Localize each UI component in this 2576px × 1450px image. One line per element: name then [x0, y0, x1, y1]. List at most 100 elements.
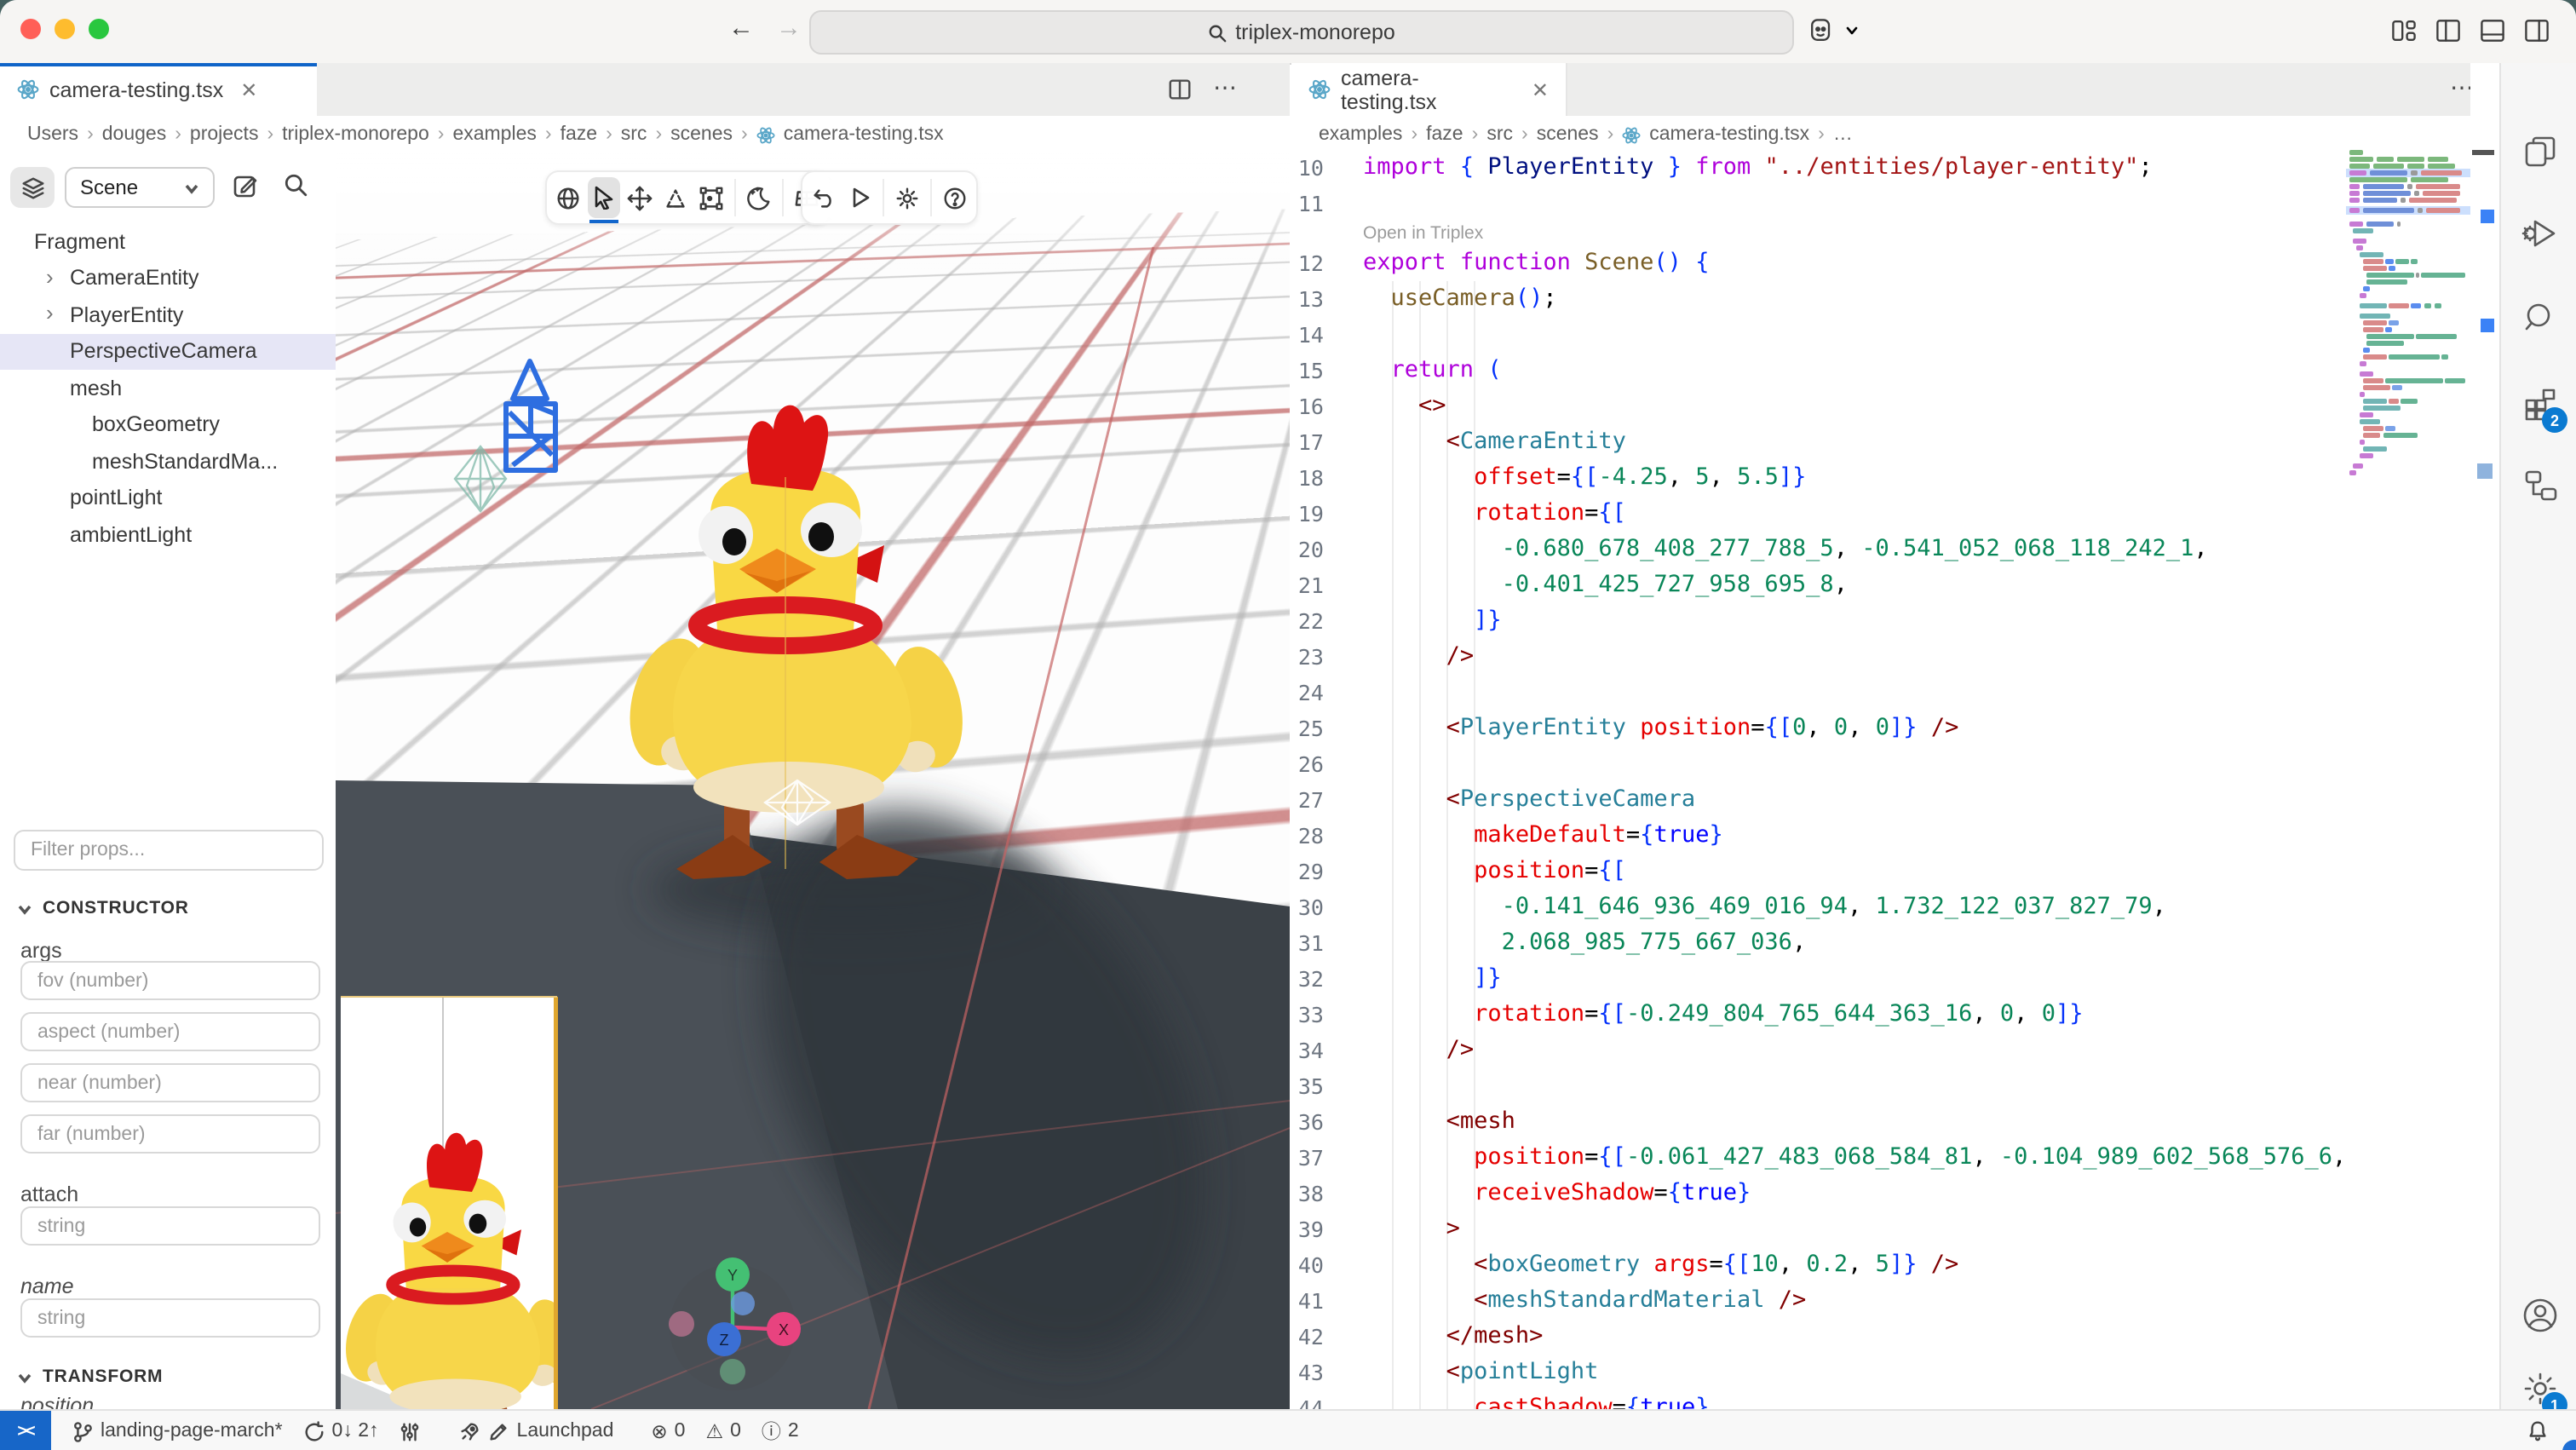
notifications-bell-icon[interactable] [2527, 1419, 2549, 1441]
breadcrumb-item[interactable]: src [621, 124, 647, 145]
tree-item-ambientlight[interactable]: ambientLight [0, 516, 336, 553]
name-input[interactable]: string [20, 1298, 320, 1338]
code-line-13[interactable]: 13 useCamera(); [1290, 281, 2346, 317]
arg-input-fov[interactable]: fov (number) [20, 961, 320, 1000]
forward-button[interactable]: → [772, 14, 806, 43]
code-line-32[interactable]: 32 ]} [1290, 961, 2346, 997]
tab-camera-testing-right[interactable]: camera-testing.tsx ✕ [1291, 63, 1567, 116]
rotate-tool-button[interactable] [659, 177, 692, 218]
run-debug-icon[interactable] [2520, 213, 2561, 254]
code-line-34[interactable]: 34 /> [1290, 1033, 2346, 1068]
breadcrumb-item[interactable]: Users [27, 124, 78, 145]
code-line-29[interactable]: 29 position={[ [1290, 854, 2346, 889]
breadcrumb-item[interactable]: camera-testing.tsx [784, 124, 944, 145]
code-line-17[interactable]: 17 <CameraEntity [1290, 424, 2346, 460]
code-line-43[interactable]: 43 <pointLight [1290, 1355, 2346, 1390]
play-button[interactable] [843, 177, 876, 218]
tree-item-perspectivecamera[interactable]: PerspectiveCamera [0, 333, 336, 370]
zoom-window-button[interactable] [89, 19, 109, 39]
3d-viewport[interactable]: Y X Z [336, 153, 1290, 1409]
arg-input-aspect[interactable]: aspect (number) [20, 1012, 320, 1051]
undo-button[interactable] [808, 177, 840, 218]
overview-ruler[interactable] [2470, 63, 2499, 1409]
close-window-button[interactable] [20, 19, 41, 39]
split-right-panel-icon[interactable] [2521, 15, 2552, 46]
breadcrumb[interactable]: examples›faze›src›scenes›camera-testing.… [1291, 116, 2527, 153]
code-line-18[interactable]: 18 offset={[-4.25, 5, 5.5]} [1290, 460, 2346, 496]
layers-panel-button[interactable] [10, 167, 55, 208]
sync-item[interactable]: 0↓ 2↑ [303, 1420, 379, 1442]
code-line-10[interactable]: 10import { PlayerEntity } from "../entit… [1290, 150, 2346, 186]
code-line-30[interactable]: 30 -0.141_646_936_469_016_94, 1.732_122_… [1290, 889, 2346, 925]
code-line-16[interactable]: 16 <> [1290, 388, 2346, 424]
breadcrumb-item[interactable]: … [1833, 124, 1853, 145]
remote-indicator[interactable]: >< [0, 1411, 51, 1450]
settings-button[interactable] [891, 177, 923, 218]
code-line-25[interactable]: 25 <PlayerEntity position={[0, 0, 0]} /> [1290, 711, 2346, 746]
breadcrumb-item[interactable]: douges [102, 124, 166, 145]
code-line-28[interactable]: 28 makeDefault={true} [1290, 818, 2346, 854]
layout-grid-icon[interactable] [2389, 15, 2419, 46]
move-tool-button[interactable] [624, 177, 656, 218]
arg-input-near[interactable]: near (number) [20, 1063, 320, 1102]
code-line-35[interactable]: 35 [1290, 1068, 2346, 1104]
arg-input-far[interactable]: far (number) [20, 1114, 320, 1154]
split-bottom-panel-icon[interactable] [2477, 15, 2508, 46]
git-branch-item[interactable]: landing-page-march* [72, 1420, 283, 1442]
launchpad-item[interactable]: Launchpad [459, 1420, 614, 1442]
code-line-24[interactable]: 24 [1290, 675, 2346, 711]
code-line-20[interactable]: 20 -0.680_678_408_277_788_5, -0.541_052_… [1290, 532, 2346, 567]
code-line-44[interactable]: 44 castShadow={true} [1290, 1390, 2346, 1409]
code-line-11[interactable]: 11 [1290, 186, 2346, 222]
codelens-open-in-triplex[interactable]: Open in Triplex [1290, 222, 2346, 245]
code-line-40[interactable]: 40 <boxGeometry args={[10, 0.2, 5]} /> [1290, 1247, 2346, 1283]
globe-tool-button[interactable] [552, 177, 584, 218]
breadcrumb-item[interactable]: scenes [670, 124, 733, 145]
light-helper-octahedron[interactable] [455, 446, 506, 511]
close-tab-icon[interactable]: ✕ [1532, 78, 1549, 101]
search-scene-icon[interactable] [283, 172, 308, 198]
chevron-right-icon[interactable]: › [46, 300, 54, 325]
tree-item-meshstandardma[interactable]: meshStandardMa... [0, 443, 336, 480]
constructor-section-header[interactable]: CONSTRUCTOR [17, 898, 189, 918]
tab-camera-testing-left[interactable]: camera-testing.tsx ✕ [0, 63, 317, 116]
camera-helper[interactable] [506, 361, 555, 470]
code-line-19[interactable]: 19 rotation={[ [1290, 496, 2346, 532]
minimap[interactable] [2346, 150, 2470, 1409]
code-line-23[interactable]: 23 /> [1290, 639, 2346, 675]
close-tab-icon[interactable]: ✕ [240, 78, 257, 101]
split-editor-icon[interactable] [1167, 77, 1193, 102]
problems-item[interactable]: ⊗0 ⚠0 ⓘ2 [651, 1418, 798, 1445]
breadcrumb-item[interactable]: examples [452, 124, 536, 145]
code-line-26[interactable]: 26 [1290, 746, 2346, 782]
chevron-right-icon[interactable]: › [46, 263, 54, 289]
explorer-icon[interactable] [2520, 131, 2561, 172]
profile-menu-icon[interactable] [1806, 15, 1837, 46]
code-line-33[interactable]: 33 rotation={[-0.249_804_765_644_363_16,… [1290, 997, 2346, 1033]
code-line-37[interactable]: 37 position={[-0.061_427_483_068_584_81,… [1290, 1140, 2346, 1176]
transform-section-header[interactable]: TRANSFORM [17, 1367, 163, 1387]
scene-select[interactable]: Scene [65, 167, 215, 208]
tree-item-cameraentity[interactable]: ›CameraEntity [0, 260, 336, 296]
breadcrumb-item[interactable]: examples [1319, 124, 1402, 145]
code-line-22[interactable]: 22 ]} [1290, 603, 2346, 639]
code-line-36[interactable]: 36 <mesh [1290, 1104, 2346, 1140]
code-line-15[interactable]: 15 return ( [1290, 353, 2346, 388]
account-icon[interactable] [2520, 1295, 2561, 1336]
code-line-42[interactable]: 42 </mesh> [1290, 1319, 2346, 1355]
code-line-41[interactable]: 41 <meshStandardMaterial /> [1290, 1283, 2346, 1319]
breadcrumb-item[interactable]: src [1486, 124, 1513, 145]
theme-toggle-button[interactable] [743, 177, 775, 218]
code-line-12[interactable]: 12export function Scene() { [1290, 245, 2346, 281]
breadcrumb-item[interactable]: faze [561, 124, 598, 145]
code-line-21[interactable]: 21 -0.401_425_727_958_695_8, [1290, 567, 2346, 603]
breadcrumb-item[interactable]: camera-testing.tsx [1649, 124, 1809, 145]
code-line-27[interactable]: 27 <PerspectiveCamera [1290, 782, 2346, 818]
breadcrumb[interactable]: Users›douges›projects›triplex-monorepo›e… [0, 116, 1317, 153]
more-actions-icon[interactable]: ⋯ [1213, 73, 1237, 102]
code-line-39[interactable]: 39 > [1290, 1211, 2346, 1247]
code-line-31[interactable]: 31 2.068_985_775_667_036, [1290, 925, 2346, 961]
split-left-panel-icon[interactable] [2433, 15, 2464, 46]
breadcrumb-item[interactable]: triplex-monorepo [282, 124, 429, 145]
address-bar[interactable]: triplex-monorepo [809, 10, 1794, 55]
